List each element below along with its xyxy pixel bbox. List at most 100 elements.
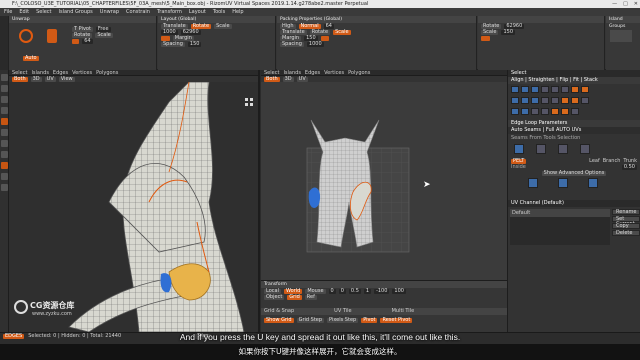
align-v-icon[interactable] bbox=[581, 86, 589, 93]
layout-scale[interactable]: Scale bbox=[214, 23, 232, 29]
uv-copy-button[interactable]: Copy bbox=[612, 223, 640, 229]
packing-margin-value[interactable]: 150 bbox=[304, 35, 318, 41]
select-tool-icon[interactable] bbox=[1, 74, 8, 81]
packing-spacing[interactable]: Spacing bbox=[280, 41, 304, 47]
vpuv-both-toggle[interactable]: Both bbox=[264, 76, 280, 82]
packing-spacing-value[interactable]: 1000 bbox=[306, 41, 324, 47]
unwrap-value[interactable]: 64 bbox=[82, 38, 93, 44]
frame-tool-icon[interactable] bbox=[1, 184, 8, 191]
vp3d-tab-polygons[interactable]: Polygons bbox=[96, 70, 118, 76]
transform-u-value[interactable]: 0 bbox=[328, 288, 336, 294]
seam-mode-sharp-icon[interactable] bbox=[536, 144, 546, 154]
pin-tool-icon[interactable] bbox=[1, 151, 8, 158]
pixels-step-button[interactable]: Pixels Step bbox=[327, 317, 359, 323]
auto-seam-apply-icon[interactable] bbox=[528, 178, 538, 188]
orient-val-1[interactable]: 62960 bbox=[504, 23, 525, 29]
scale-tool-icon[interactable] bbox=[1, 107, 8, 114]
reset-pivot-button[interactable]: Reset Pivot bbox=[380, 317, 413, 323]
vp3d-uv-toggle[interactable]: UV bbox=[44, 76, 56, 82]
unwrap-option-3[interactable]: Rotate bbox=[72, 32, 93, 38]
transform-object[interactable]: Object bbox=[264, 294, 285, 300]
vpuv-tab-vertices[interactable]: Vertices bbox=[324, 70, 344, 76]
fit-v-icon[interactable] bbox=[521, 108, 529, 115]
snap-icon[interactable] bbox=[541, 108, 549, 115]
layout-spacing[interactable]: Spacing bbox=[161, 41, 185, 47]
auto-unwrap-button[interactable]: Auto bbox=[23, 56, 39, 61]
align-bottom-icon[interactable] bbox=[561, 86, 569, 93]
seams-field-value[interactable]: 0.50 bbox=[621, 164, 637, 170]
menu-help[interactable]: Help bbox=[232, 9, 243, 15]
seam-tool-icon[interactable] bbox=[1, 140, 8, 147]
seam-mode-mosaic-icon[interactable] bbox=[558, 144, 568, 154]
menu-island-groups[interactable]: Island Groups bbox=[59, 9, 93, 15]
grid-step-button[interactable]: Grid Step bbox=[296, 317, 325, 323]
transform-grid[interactable]: Grid bbox=[287, 294, 302, 300]
transform-scale-value[interactable]: 1 bbox=[363, 288, 372, 294]
layout-value-2[interactable]: 62960 bbox=[180, 29, 201, 35]
vpuv-tab-islands[interactable]: Islands bbox=[283, 70, 300, 76]
unwrap-option-2[interactable]: Free bbox=[95, 26, 111, 32]
packing-rotate[interactable]: Rotate bbox=[309, 29, 331, 35]
transform-step-value[interactable]: 0.5 bbox=[348, 288, 361, 294]
menu-constrain[interactable]: Constrain bbox=[126, 9, 150, 15]
stack-similar-icon[interactable] bbox=[551, 108, 559, 115]
layout-translate[interactable]: Translate bbox=[161, 23, 188, 29]
vp3d-both-toggle[interactable]: Both bbox=[12, 76, 28, 82]
vp3d-tab-select[interactable]: Select bbox=[12, 70, 27, 76]
uv-set-current-button[interactable]: Set Current bbox=[612, 216, 640, 227]
menu-unwrap[interactable]: Unwrap bbox=[100, 9, 119, 15]
unstack-icon[interactable] bbox=[581, 97, 589, 104]
transform-world[interactable]: World bbox=[283, 288, 303, 294]
weld-tool-icon[interactable] bbox=[1, 129, 8, 136]
vpuv-tab-polygons[interactable]: Polygons bbox=[348, 70, 370, 76]
vp3d-3d-toggle[interactable]: 3D bbox=[30, 76, 42, 82]
vpuv-tab-edges[interactable]: Edges bbox=[305, 70, 320, 76]
fit-icon[interactable] bbox=[541, 97, 549, 104]
flip-v-icon[interactable] bbox=[531, 97, 539, 104]
vpuv-tab-select[interactable]: Select bbox=[264, 70, 279, 76]
transform-mouse[interactable]: Mouse bbox=[305, 288, 326, 294]
menu-transform[interactable]: Transform bbox=[157, 9, 182, 15]
unwrap-apply-icon[interactable] bbox=[558, 178, 568, 188]
align-right-icon[interactable] bbox=[531, 86, 539, 93]
vp3d-tab-edges[interactable]: Edges bbox=[53, 70, 68, 76]
close-icon[interactable]: ✕ bbox=[634, 0, 638, 8]
align-middle-icon[interactable] bbox=[551, 86, 559, 93]
show-advanced-options[interactable]: Show Advanced Options bbox=[541, 170, 607, 176]
fit-uv-icon[interactable] bbox=[531, 108, 539, 115]
pack-apply-icon[interactable] bbox=[588, 178, 598, 188]
unwrap-u-icon[interactable] bbox=[47, 29, 57, 43]
packing-translate[interactable]: Translate bbox=[280, 29, 307, 35]
unwrap-toggle[interactable] bbox=[72, 38, 80, 44]
cut-tool-icon[interactable] bbox=[1, 118, 8, 125]
packing-quality-high[interactable]: High bbox=[280, 23, 296, 29]
stack-icon[interactable] bbox=[551, 97, 559, 104]
align-left-icon[interactable] bbox=[511, 86, 519, 93]
menu-layout[interactable]: Layout bbox=[189, 9, 206, 15]
orient-opt-1[interactable]: Rotate bbox=[481, 23, 502, 29]
align-u-icon[interactable] bbox=[571, 86, 579, 93]
packing-value[interactable]: 64 bbox=[323, 23, 334, 29]
unwrap-option-4[interactable]: Scale bbox=[95, 32, 113, 38]
minimize-icon[interactable]: — bbox=[612, 0, 617, 8]
island-groups-icon[interactable] bbox=[610, 30, 632, 42]
packing-pack-button[interactable] bbox=[320, 35, 330, 41]
transform-local[interactable]: Local bbox=[264, 288, 281, 294]
orient-apply[interactable] bbox=[481, 35, 490, 41]
viewport-uv[interactable]: Select Islands Edges Vertices Polygons B… bbox=[261, 70, 507, 280]
move-tool-icon[interactable] bbox=[1, 85, 8, 92]
align-center-icon[interactable] bbox=[521, 86, 529, 93]
stack-mirror-icon[interactable] bbox=[561, 108, 569, 115]
orient-icon[interactable] bbox=[561, 97, 569, 104]
leaf-option[interactable]: Leaf bbox=[589, 158, 600, 164]
viewport-3d[interactable]: Select Islands Edges Vertices Polygons B… bbox=[9, 70, 260, 332]
flip-u-icon[interactable] bbox=[521, 97, 529, 104]
pelt-button[interactable]: PELT bbox=[511, 158, 527, 164]
packing-margin[interactable]: Margin bbox=[280, 35, 302, 41]
transform-v-value[interactable]: 0 bbox=[338, 288, 346, 294]
vp3d-view-toggle[interactable]: View bbox=[58, 76, 75, 82]
layout-margin[interactable]: Margin bbox=[172, 35, 194, 41]
orient-opt-2[interactable]: Scale bbox=[481, 29, 499, 35]
orient-val-2[interactable]: 150 bbox=[501, 29, 515, 35]
menu-file[interactable]: File bbox=[4, 9, 12, 15]
